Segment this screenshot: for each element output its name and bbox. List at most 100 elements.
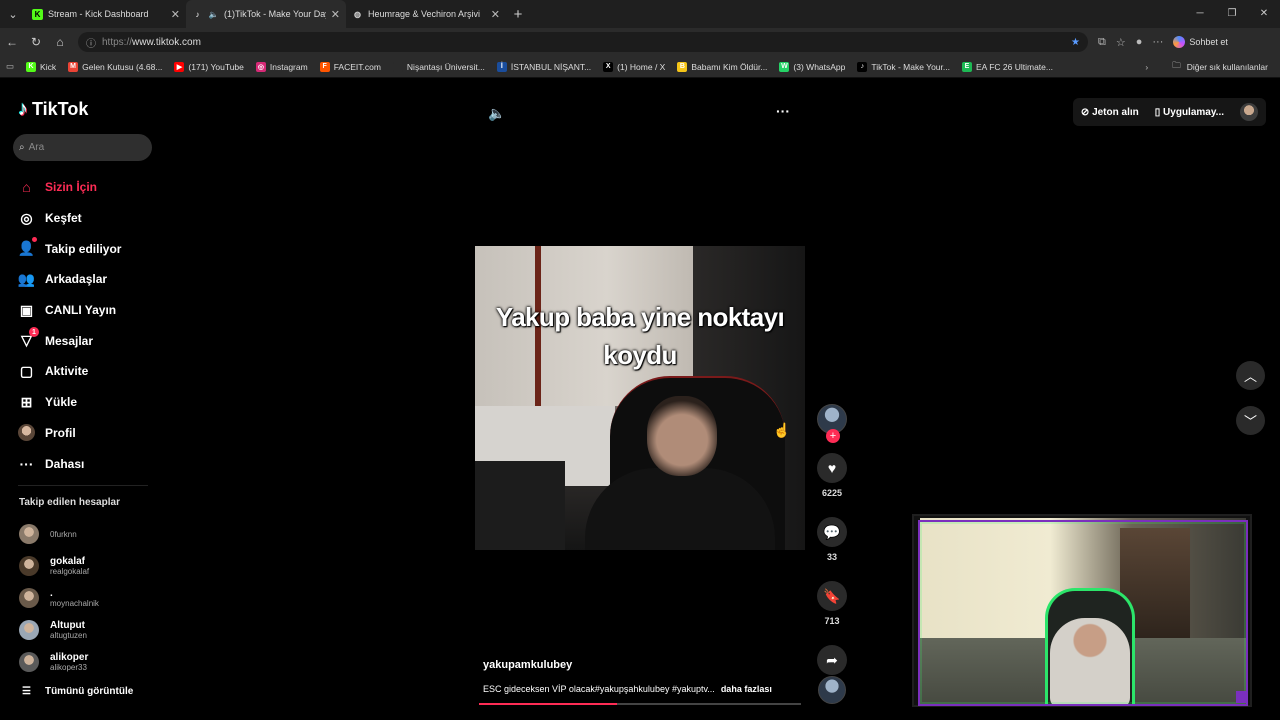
menu-dots-icon[interactable]: ··· <box>1152 36 1163 48</box>
tiktok-logo[interactable]: ♪ TikTok <box>18 98 88 121</box>
avatar <box>19 588 39 608</box>
search-input[interactable]: ⌕ Ara <box>13 134 152 161</box>
sidebar-item-5[interactable]: ▣ CANLI Yayın <box>18 295 121 326</box>
collections-icon[interactable]: ☆ <box>1116 36 1126 49</box>
following-account[interactable]: 0furknn <box>19 518 99 550</box>
bookmark-item[interactable]: K Kick <box>26 61 57 72</box>
close-icon[interactable]: ✕ <box>331 8 340 21</box>
new-tab-button[interactable]: + <box>506 6 530 23</box>
notification-badge: 1 <box>29 327 39 338</box>
sidebar-item-10[interactable]: ··· Dahası <box>18 448 121 479</box>
following-account[interactable]: Altuput altugtuzen <box>19 614 99 646</box>
bookmark-item[interactable]: W (3) WhatsApp <box>779 61 845 72</box>
heart-icon: ♥ <box>817 453 847 483</box>
compass-icon: ◎ <box>20 209 33 226</box>
tab-actions-icon[interactable]: ⌄ <box>0 0 26 28</box>
more-options-icon[interactable]: ··· <box>776 103 790 119</box>
volume-icon[interactable]: 🔈 <box>488 105 505 122</box>
favorite-star-icon[interactable]: ★ <box>1071 37 1080 48</box>
bookmark-item[interactable]: ♪ TikTok - Make Your... <box>857 61 950 72</box>
copilot-icon <box>1173 36 1186 48</box>
tab-kick[interactable]: K Stream - Kick Dashboard ✕ <box>26 0 186 28</box>
chat-button[interactable]: Sohbet et <box>1173 36 1228 48</box>
sidebar-item-1[interactable]: ⌂ Sizin İçin <box>18 172 121 203</box>
coin-icon: ⊘ <box>1080 106 1090 118</box>
sidebar-item-8[interactable]: ⊞ Yükle <box>18 387 121 418</box>
sidebar-item-7[interactable]: ▢ Aktivite <box>18 356 121 387</box>
video-player[interactable]: Yakup baba yine noktayı koydu ☝ <box>475 246 805 550</box>
reload-icon[interactable]: ↻ <box>24 35 48 49</box>
more-link[interactable]: daha fazlası <box>721 684 772 694</box>
friends-icon: 👥 <box>17 270 36 287</box>
bookmark-label: Gelen Kutusu (4.68... <box>82 61 163 72</box>
tab-archive[interactable]: ◍ Heumrage & Vechiron Arşivi ✕ <box>346 0 506 28</box>
bookmark-item[interactable]: İ İSTANBUL NİŞANT... <box>496 61 591 72</box>
info-icon[interactable]: ⓘ <box>86 35 96 50</box>
video-caption: Yakup baba yine noktayı koydu <box>495 302 785 370</box>
creator-avatar[interactable] <box>818 676 846 704</box>
see-all-label: Tümünü görüntüle <box>44 686 134 697</box>
following-account[interactable]: . moynachalnik <box>19 582 99 614</box>
following-account[interactable]: gokalaf realgokalaf <box>19 550 99 582</box>
close-icon[interactable]: ✕ <box>491 8 500 21</box>
bookmark-favicon-icon: E <box>961 61 972 72</box>
bookmark-item[interactable]: ▶ (171) YouTube <box>174 61 244 72</box>
account-name: Altuput <box>50 620 85 631</box>
video-progress-bar[interactable] <box>479 703 801 705</box>
account-name: gokalaf <box>50 556 86 567</box>
tab-tiktok[interactable]: ♪ 🔈 (1)TikTok - Make Your Day ✕ <box>186 0 346 28</box>
browser-tabbar: ⌄ K Stream - Kick Dashboard ✕ ♪ 🔈 (1)Tik… <box>0 0 1280 28</box>
bookmark-item[interactable]: M Gelen Kutusu (4.68... <box>68 61 163 72</box>
profile-icon[interactable]: ● <box>1136 36 1143 48</box>
get-coins-button[interactable]: ⊘ Jeton alın <box>1081 107 1139 118</box>
bookmark-label: FACEIT.com <box>333 61 381 72</box>
extensions-icon[interactable]: ⧉ <box>1098 36 1106 49</box>
back-icon[interactable]: ← <box>0 35 24 49</box>
speaker-icon[interactable]: 🔈 <box>208 9 219 20</box>
sidebar-item-2[interactable]: ◎ Keşfet <box>18 203 121 234</box>
user-avatar[interactable] <box>1240 103 1258 121</box>
close-window-icon[interactable]: ✕ <box>1248 0 1280 28</box>
url-field[interactable]: ⓘ https://www.tiktok.com ★ <box>78 32 1088 52</box>
sidebar-item-label: Sizin İçin <box>45 180 98 195</box>
sidebar-toggle-icon[interactable]: ▭ <box>6 61 14 72</box>
restore-icon[interactable]: ❐ <box>1216 0 1248 28</box>
bookmark-item[interactable]: F FACEIT.com <box>319 61 381 72</box>
webcam-frame <box>918 520 1248 706</box>
home-icon[interactable]: ⌂ <box>48 35 72 49</box>
bookmark-label: Kick <box>40 61 57 72</box>
bookmark-item[interactable]: ◎ Instagram <box>255 61 308 72</box>
chevron-right-icon[interactable]: › <box>1145 62 1148 72</box>
folder-icon: 🗀 <box>1172 60 1181 70</box>
sidebar-item-3[interactable]: 👤 Takip ediliyor <box>18 233 121 264</box>
video-person-head <box>647 396 717 476</box>
bookmark-item[interactable]: X (1) Home / X <box>603 61 665 72</box>
heart-button[interactable]: ♥ 6225 <box>817 453 847 498</box>
following-account[interactable]: alikoper alikoper33 <box>19 646 99 678</box>
creator-avatar[interactable]: + <box>817 404 847 443</box>
bookmark-button[interactable]: 🔖 713 <box>817 581 847 626</box>
sidebar-item-6[interactable]: ▽ 1 Mesajlar <box>18 325 121 356</box>
follow-plus-icon[interactable]: + <box>826 429 840 443</box>
avatar <box>19 524 39 544</box>
sidebar-item-4[interactable]: 👥 Arkadaşlar <box>18 264 121 295</box>
minimize-icon[interactable]: ─ <box>1184 0 1216 28</box>
bookmark-item[interactable]: B Babamı Kim Öldür... <box>677 61 767 72</box>
bookmark-item[interactable]: E EA FC 26 Ultimate... <box>961 61 1053 72</box>
bookmark-item[interactable]: Nişantaşı Üniversit... <box>392 61 485 72</box>
action-count: 33 <box>826 552 837 562</box>
see-all-button[interactable]: ☰ Tümünü görüntüle <box>22 686 133 697</box>
sidebar-nav: ⌂ Sizin İçin ◎ Keşfet 👤 Takip ediliyor 👥 Arkada… <box>18 172 122 479</box>
other-bookmarks[interactable]: Diğer sık kullanılanlar <box>1187 62 1268 72</box>
comment-button[interactable]: 💬 33 <box>817 517 847 562</box>
messages-icon: ▽ 1 <box>18 327 39 349</box>
bookmark-label: TikTok - Make Your... <box>871 61 950 72</box>
video-username[interactable]: yakupamkulubey <box>483 659 572 671</box>
previous-video-button[interactable]: ︿ <box>1236 361 1265 390</box>
bookmark-favicon-icon: İ <box>496 61 507 72</box>
get-app-button[interactable]: ▯ Uygulamay... <box>1155 107 1224 118</box>
sidebar-item-9[interactable]: Profil <box>18 418 121 449</box>
bookmark-favicon-icon: M <box>68 61 79 72</box>
close-icon[interactable]: ✕ <box>171 8 180 21</box>
next-video-button[interactable]: ﹀ <box>1236 406 1265 435</box>
